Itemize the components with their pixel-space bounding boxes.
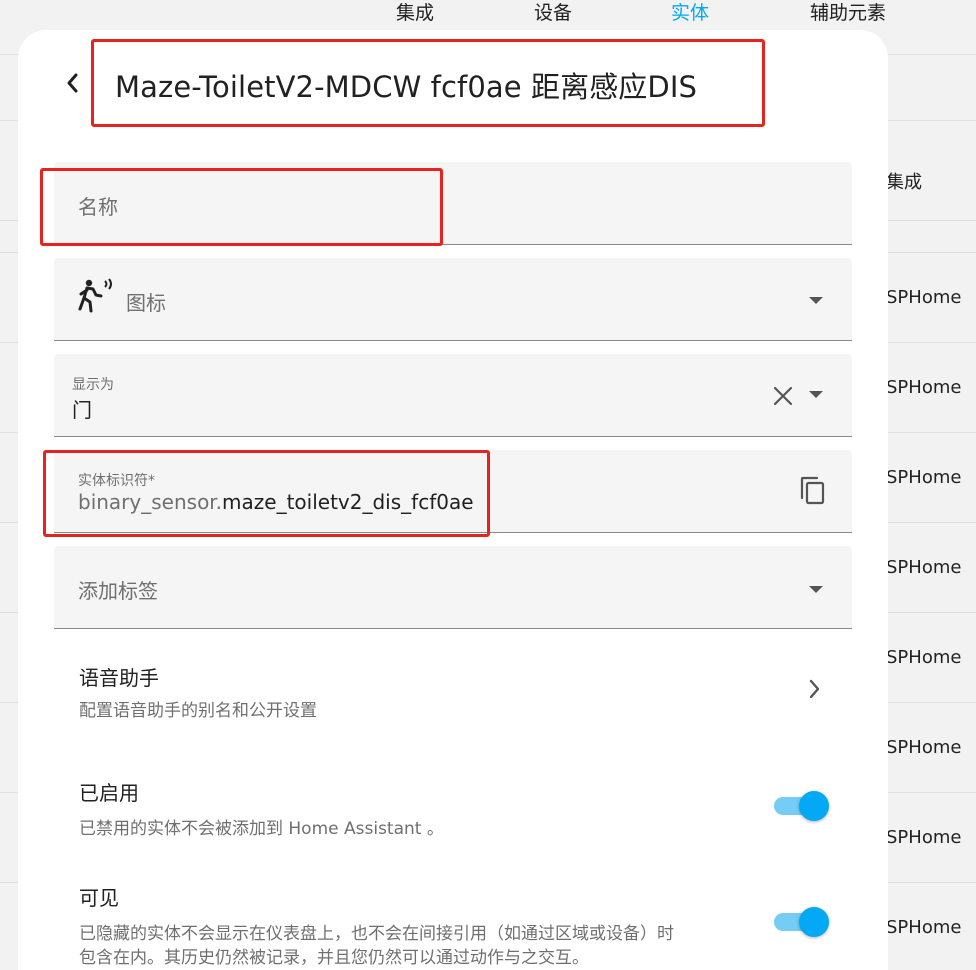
visible-title: 可见 [79, 886, 119, 910]
chevron-left-icon [67, 73, 78, 93]
background-tab-bar: 集成 设备 实体 辅助元素 [0, 0, 976, 30]
show-as-value: 门 [72, 398, 92, 422]
entity-id-prefix: binary_sensor. [78, 490, 223, 514]
column-header-integration: 集成 [886, 172, 922, 193]
table-cell-integration: SPHome [886, 467, 962, 488]
show-as-select[interactable]: 显示为 门 [54, 354, 852, 437]
labels-picker[interactable]: 添加标签 [54, 546, 852, 629]
visible-toggle[interactable] [774, 905, 830, 939]
entity-id-suffix: maze_toiletv2_dis_fcf0ae [222, 490, 474, 514]
copy-icon[interactable] [798, 476, 828, 508]
show-as-label: 显示为 [72, 377, 114, 393]
toggle-knob [799, 791, 829, 821]
visible-subtitle-line2: 包含在内。其历史仍然被记录，并且您仍然可以通过动作与之交互。 [79, 948, 589, 968]
tab-integrations[interactable]: 集成 [396, 0, 434, 25]
table-cell-integration: SPHome [886, 917, 962, 938]
tab-entities[interactable]: 实体 [671, 0, 709, 25]
icon-field-label: 图标 [126, 291, 166, 315]
table-cell-integration: SPHome [886, 377, 962, 398]
entity-id-field[interactable]: 实体标识符* binary_sensor.maze_toiletv2_dis_f… [54, 450, 852, 533]
enabled-title: 已启用 [79, 781, 139, 805]
motion-sensor-icon [78, 278, 112, 313]
clear-icon[interactable] [772, 385, 794, 407]
enabled-toggle[interactable] [774, 789, 830, 823]
visible-subtitle: 已隐藏的实体不会显示在仪表盘上，也不会在间接引用（如通过区域或设备）时 [79, 924, 674, 944]
voice-assistant-subtitle: 配置语音助手的别名和公开设置 [79, 701, 317, 721]
name-field[interactable]: 名称 [54, 162, 852, 245]
dialog-title: Maze-ToiletV2-MDCW fcf0ae 距离感应DIS [115, 70, 697, 104]
icon-picker-field[interactable]: 图标 [54, 258, 852, 341]
name-placeholder: 名称 [78, 195, 118, 219]
entity-id-value: binary_sensor.maze_toiletv2_dis_fcf0ae [78, 490, 474, 514]
tab-devices[interactable]: 设备 [534, 0, 572, 25]
dropdown-caret-icon[interactable] [809, 297, 823, 304]
entity-id-label: 实体标识符* [78, 473, 155, 489]
labels-placeholder: 添加标签 [78, 579, 158, 603]
dropdown-caret-icon[interactable] [809, 391, 823, 398]
voice-assistant-title: 语音助手 [79, 666, 159, 690]
chevron-right-icon [809, 679, 820, 699]
table-cell-integration: SPHome [886, 287, 962, 308]
dropdown-caret-icon[interactable] [809, 586, 823, 593]
toggle-knob [799, 907, 829, 937]
table-cell-integration: SPHome [886, 647, 962, 668]
back-button[interactable] [62, 66, 86, 100]
table-cell-integration: SPHome [886, 557, 962, 578]
table-cell-integration: SPHome [886, 737, 962, 758]
enabled-subtitle: 已禁用的实体不会被添加到 Home Assistant 。 [79, 819, 444, 839]
table-cell-integration: SPHome [886, 827, 962, 848]
tab-helpers[interactable]: 辅助元素 [810, 0, 886, 25]
